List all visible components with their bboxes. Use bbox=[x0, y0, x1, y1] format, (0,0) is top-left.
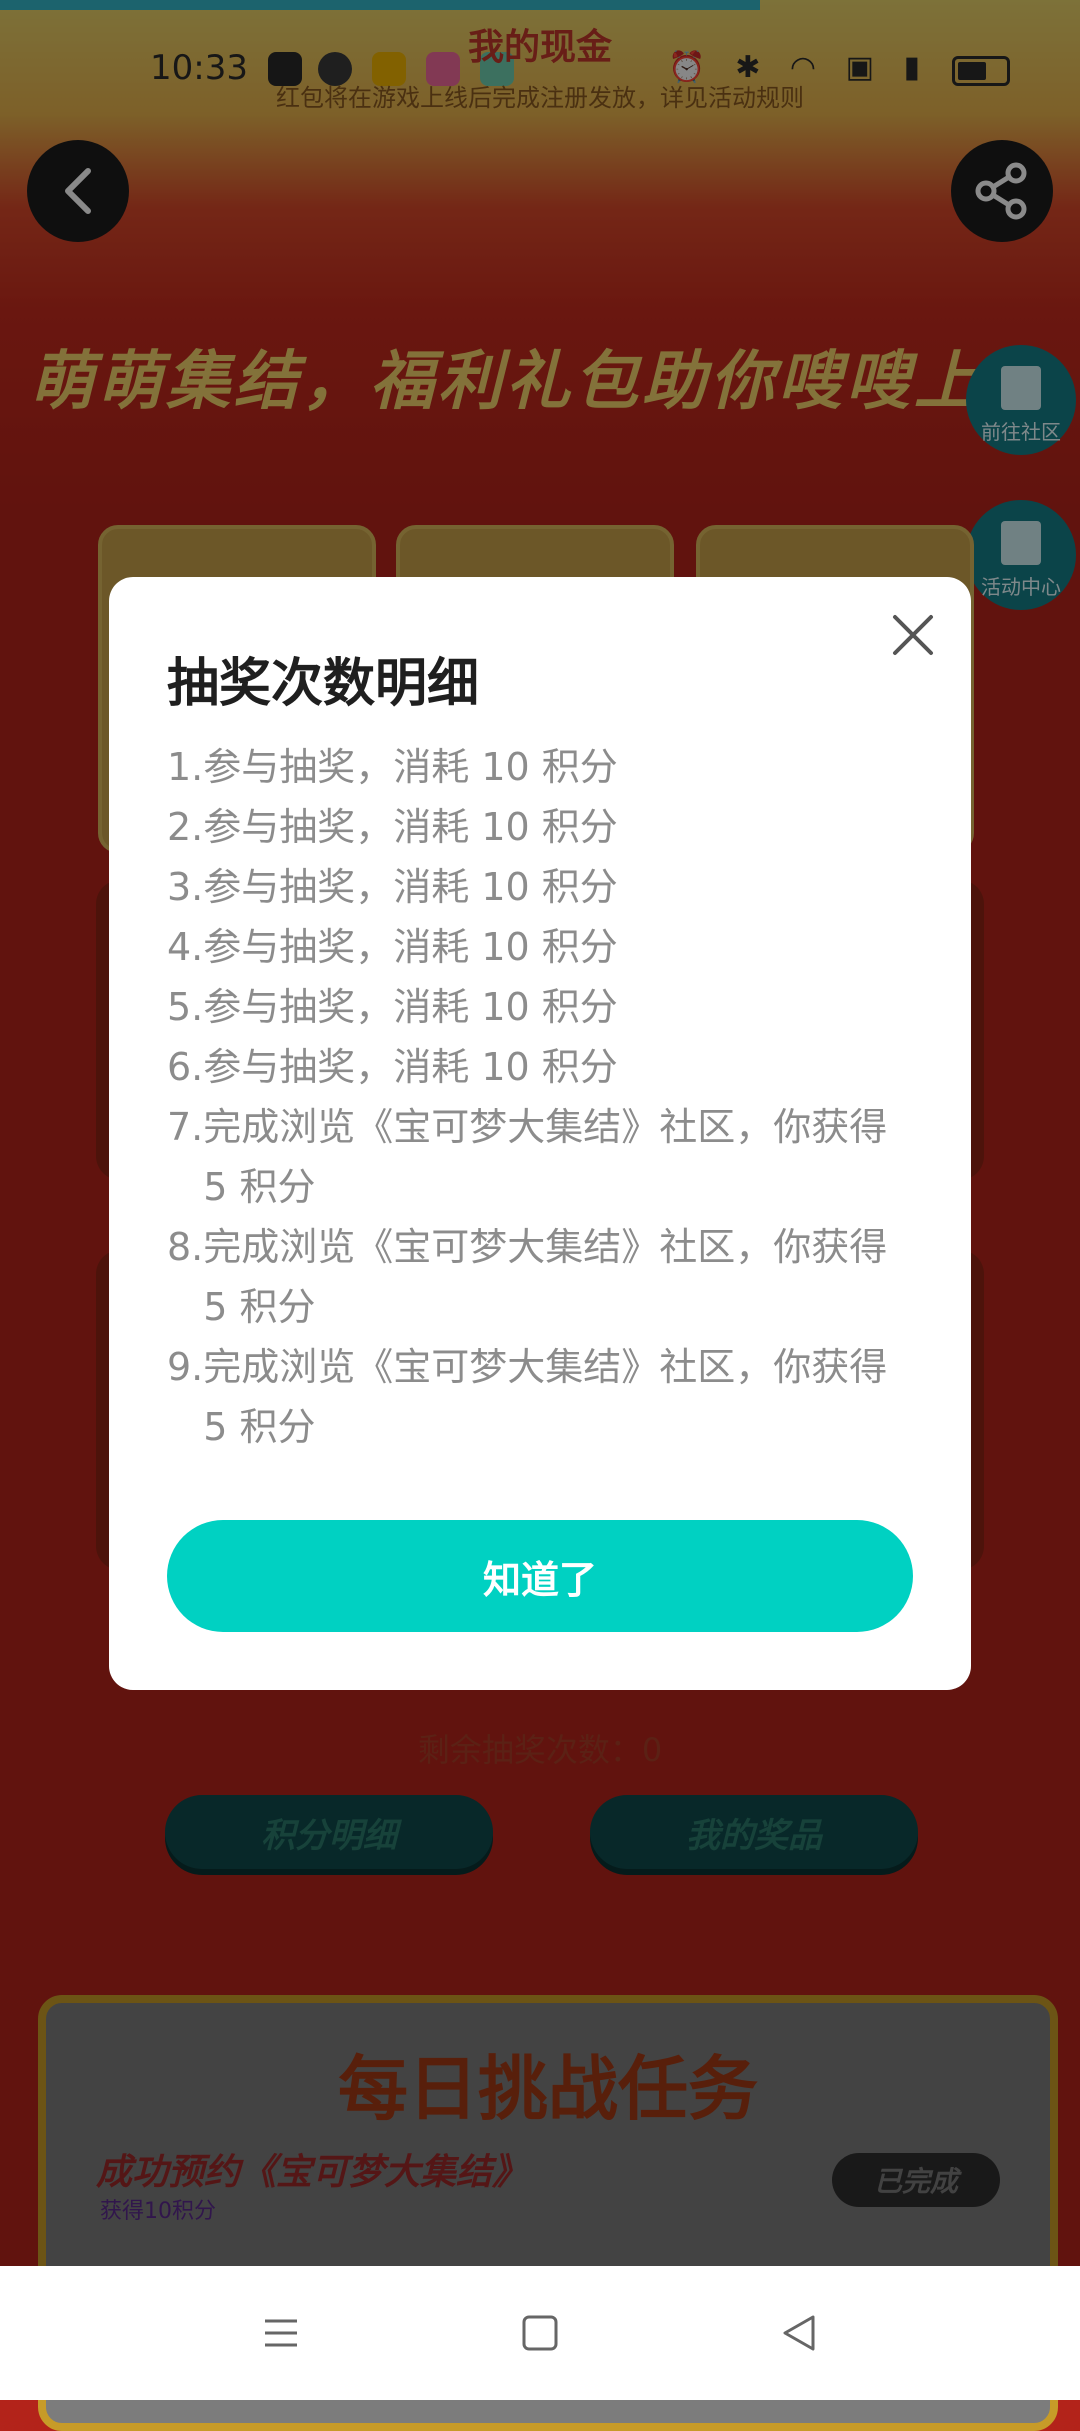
list-item: 5. 参与抽奖，消耗 10 积分 bbox=[167, 977, 897, 1037]
menu-icon bbox=[265, 2319, 297, 2347]
back-nav-button[interactable] bbox=[766, 2300, 832, 2366]
home-button[interactable] bbox=[507, 2300, 573, 2366]
item-text: 参与抽奖，消耗 10 积分 bbox=[203, 985, 618, 1029]
item-number: 4. bbox=[167, 925, 204, 969]
item-text: 参与抽奖，消耗 10 积分 bbox=[203, 1045, 618, 1089]
item-number: 3. bbox=[167, 865, 204, 909]
close-icon bbox=[893, 615, 933, 655]
detail-list: 1. 参与抽奖，消耗 10 积分 2. 参与抽奖，消耗 10 积分 3. 参与抽奖，消… bbox=[167, 737, 897, 1457]
list-item: 9. 完成浏览《宝可梦大集结》社区，你获得 5 积分 bbox=[167, 1337, 897, 1457]
dialog-title: 抽奖次数明细 bbox=[167, 654, 480, 714]
got-it-button[interactable]: 知道了 bbox=[167, 1520, 913, 1632]
triangle-back-icon bbox=[783, 2315, 815, 2351]
item-text: 参与抽奖，消耗 10 积分 bbox=[203, 865, 618, 909]
menu-button[interactable] bbox=[248, 2300, 314, 2366]
item-number: 9. bbox=[167, 1345, 204, 1389]
square-icon bbox=[522, 2315, 558, 2351]
item-number: 7. bbox=[167, 1105, 204, 1149]
close-button[interactable] bbox=[885, 607, 941, 663]
item-text: 参与抽奖，消耗 10 积分 bbox=[203, 925, 618, 969]
item-text: 参与抽奖，消耗 10 积分 bbox=[203, 805, 618, 849]
item-number: 5. bbox=[167, 985, 204, 1029]
item-number: 6. bbox=[167, 1045, 204, 1089]
list-item: 7. 完成浏览《宝可梦大集结》社区，你获得 5 积分 bbox=[167, 1097, 897, 1217]
list-item: 4. 参与抽奖，消耗 10 积分 bbox=[167, 917, 897, 977]
item-text: 完成浏览《宝可梦大集结》社区，你获得 5 积分 bbox=[203, 1225, 888, 1329]
list-item: 2. 参与抽奖，消耗 10 积分 bbox=[167, 797, 897, 857]
item-number: 8. bbox=[167, 1225, 204, 1269]
list-item: 1. 参与抽奖，消耗 10 积分 bbox=[167, 737, 897, 797]
system-nav-bar bbox=[0, 2266, 1080, 2400]
draw-count-detail-dialog: 抽奖次数明细 1. 参与抽奖，消耗 10 积分 2. 参与抽奖，消耗 10 积分 3… bbox=[109, 577, 971, 1690]
item-text: 完成浏览《宝可梦大集结》社区，你获得 5 积分 bbox=[203, 1105, 888, 1209]
list-item: 6. 参与抽奖，消耗 10 积分 bbox=[167, 1037, 897, 1097]
list-item: 3. 参与抽奖，消耗 10 积分 bbox=[167, 857, 897, 917]
item-number: 2. bbox=[167, 805, 204, 849]
list-item: 8. 完成浏览《宝可梦大集结》社区，你获得 5 积分 bbox=[167, 1217, 897, 1337]
item-text: 完成浏览《宝可梦大集结》社区，你获得 5 积分 bbox=[203, 1345, 888, 1449]
item-number: 1. bbox=[167, 745, 204, 789]
item-text: 参与抽奖，消耗 10 积分 bbox=[203, 745, 618, 789]
